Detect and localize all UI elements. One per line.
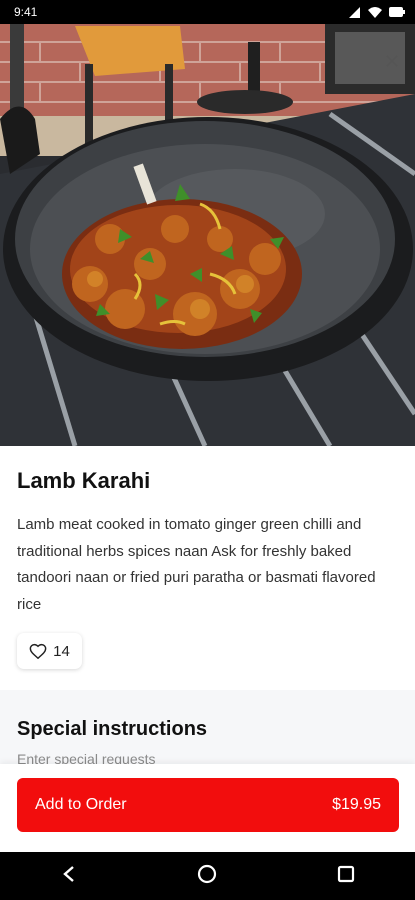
home-icon — [197, 864, 217, 889]
battery-icon — [389, 7, 405, 17]
add-to-order-label: Add to Order — [35, 796, 127, 813]
like-count: 14 — [53, 642, 70, 660]
item-title: Lamb Karahi — [17, 468, 151, 493]
nav-home-button[interactable] — [183, 852, 231, 900]
close-button[interactable] — [379, 48, 405, 74]
order-panel: Add to Order $19.95 — [0, 764, 415, 852]
heart-icon — [29, 643, 47, 659]
status-time: 9:41 — [14, 5, 38, 19]
nav-recents-button[interactable] — [322, 852, 370, 900]
recents-icon — [337, 865, 355, 888]
add-to-order-button[interactable]: Add to Order $19.95 — [17, 778, 399, 832]
signal-icon — [349, 6, 361, 18]
special-instructions-section: Special instructions — [0, 690, 415, 770]
wifi-icon — [368, 6, 382, 18]
system-nav-bar — [0, 852, 415, 900]
item-photo — [0, 24, 415, 446]
nav-back-button[interactable] — [45, 852, 93, 900]
item-description: Lamb meat cooked in tomato ginger green … — [17, 516, 376, 613]
close-icon — [385, 54, 399, 68]
back-icon — [62, 865, 76, 888]
status-icons — [349, 6, 405, 18]
special-instructions-title: Special instructions — [17, 718, 208, 740]
order-price: $19.95 — [332, 796, 381, 813]
like-button[interactable]: 14 — [17, 633, 82, 669]
status-bar: 9:41 — [0, 0, 415, 24]
